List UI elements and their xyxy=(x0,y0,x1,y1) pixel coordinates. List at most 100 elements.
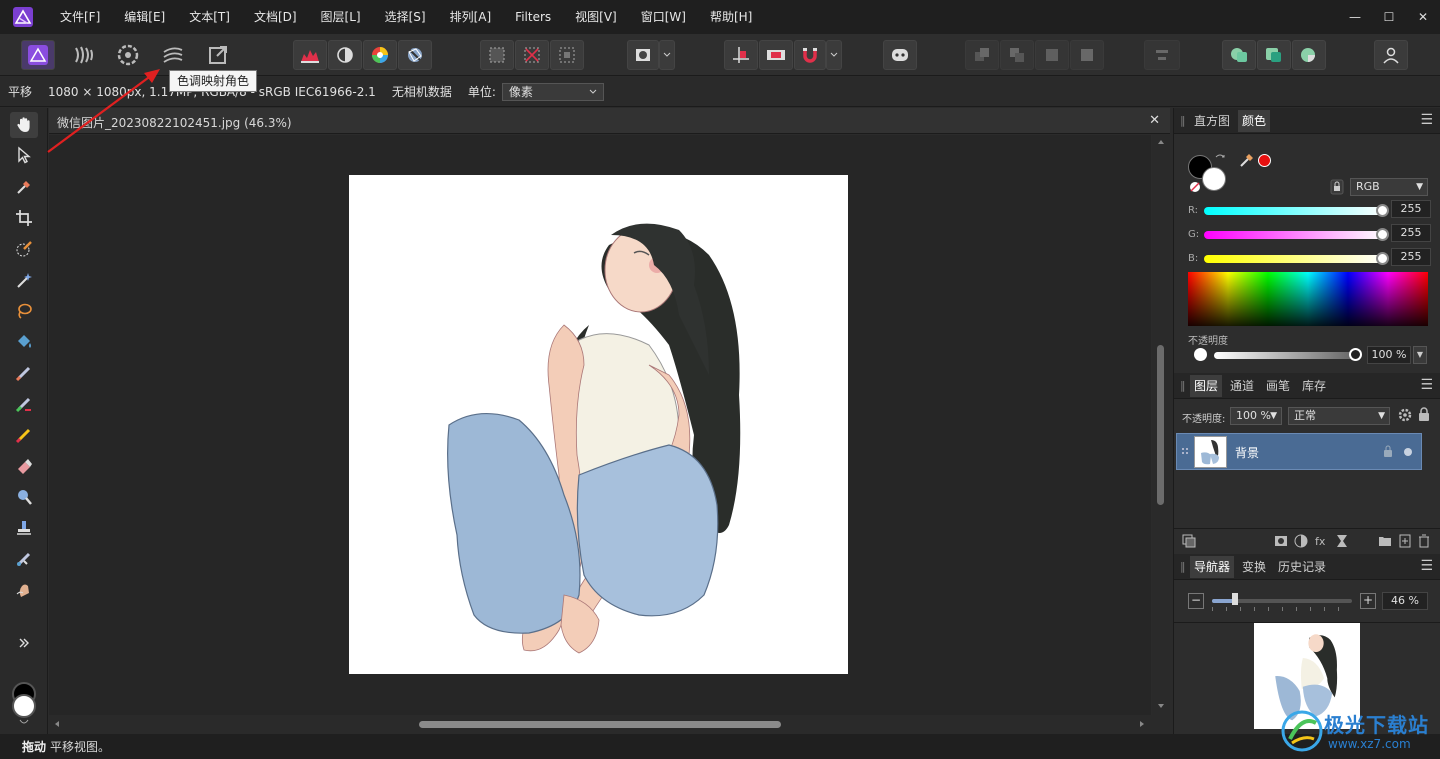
unit-select[interactable]: 像素 xyxy=(501,82,604,101)
color-picker-tool[interactable] xyxy=(10,174,38,200)
tab-brushes[interactable]: 画笔 xyxy=(1262,375,1294,397)
opacity-knob[interactable] xyxy=(1349,348,1362,361)
menu-filters[interactable]: Filters xyxy=(503,0,563,34)
zoom-slider-knob[interactable] xyxy=(1232,593,1238,605)
affinity-photo-logo[interactable] xyxy=(12,6,34,28)
healing-brush-tool[interactable] xyxy=(10,546,38,572)
auto-contrast-button[interactable] xyxy=(328,40,362,70)
menu-help[interactable]: 帮助[H] xyxy=(698,0,764,34)
intersect-boolean-button[interactable] xyxy=(1292,40,1326,70)
move-to-back-button[interactable] xyxy=(965,40,999,70)
levels-button[interactable] xyxy=(293,40,327,70)
flood-select-tool[interactable] xyxy=(10,267,38,293)
add-group-icon[interactable] xyxy=(1378,534,1392,548)
grip-icon[interactable]: ‖ xyxy=(1180,560,1188,573)
clone-tool[interactable] xyxy=(10,515,38,541)
scroll-left-icon[interactable] xyxy=(54,720,60,728)
move-back-one-button[interactable] xyxy=(1000,40,1034,70)
freehand-selection-tool[interactable] xyxy=(10,298,38,324)
scroll-up-icon[interactable] xyxy=(1157,139,1165,145)
layer-options-icon[interactable] xyxy=(1182,534,1196,548)
tab-history[interactable]: 历史记录 xyxy=(1274,556,1330,578)
panel-menu-icon[interactable]: ☰ xyxy=(1420,112,1433,128)
close-window-button[interactable]: ✕ xyxy=(1406,0,1440,34)
swap-colors-icon[interactable] xyxy=(18,718,30,726)
add-boolean-button[interactable] xyxy=(1222,40,1256,70)
grip-icon[interactable]: ‖ xyxy=(1180,379,1188,392)
mask-icon[interactable] xyxy=(1274,534,1288,548)
vertical-scrollbar[interactable] xyxy=(1152,135,1170,715)
grip-icon[interactable]: ‖ xyxy=(1180,114,1188,127)
flood-fill-tool[interactable] xyxy=(10,329,38,355)
add-layer-icon[interactable] xyxy=(1398,534,1412,548)
smudge-tool[interactable] xyxy=(10,577,38,603)
layer-row[interactable]: 背景 xyxy=(1176,433,1422,470)
menu-window[interactable]: 窗口[W] xyxy=(629,0,698,34)
secondary-color-swatch[interactable] xyxy=(12,694,36,718)
layer-lock-icon[interactable] xyxy=(1383,445,1393,458)
horizontal-scrollbar[interactable] xyxy=(49,715,1170,734)
erase-brush-tool[interactable] xyxy=(10,453,38,479)
layer-opacity-select[interactable]: 100 % ▼ xyxy=(1230,407,1282,425)
horizontal-scroll-thumb[interactable] xyxy=(419,721,781,728)
green-knob[interactable] xyxy=(1376,228,1389,241)
document-tab[interactable]: 微信图片_20230822102451.jpg (46.3%) ✕ xyxy=(49,108,1170,134)
blue-knob[interactable] xyxy=(1376,252,1389,265)
deselect-button[interactable] xyxy=(515,40,549,70)
menu-document[interactable]: 文档[D] xyxy=(242,0,309,34)
color-spectrum[interactable] xyxy=(1188,272,1428,326)
live-filter-icon[interactable] xyxy=(1336,534,1348,548)
tab-transform[interactable]: 变换 xyxy=(1238,556,1270,578)
red-value[interactable]: 255 xyxy=(1391,200,1431,218)
menu-view[interactable]: 视图[V] xyxy=(563,0,629,34)
stroke-swatch[interactable] xyxy=(1202,167,1226,191)
menu-edit[interactable]: 编辑[E] xyxy=(112,0,177,34)
gear-icon[interactable] xyxy=(1398,408,1412,422)
opacity-dropdown[interactable]: ▼ xyxy=(1413,346,1427,364)
align-button[interactable] xyxy=(1144,40,1180,70)
close-document-button[interactable]: ✕ xyxy=(1149,113,1160,128)
picked-color-swatch[interactable] xyxy=(1258,154,1271,167)
dodge-tool[interactable] xyxy=(10,484,38,510)
adjustment-icon[interactable] xyxy=(1294,534,1308,548)
trash-icon[interactable] xyxy=(1418,534,1430,548)
snapping-dropdown[interactable] xyxy=(826,40,842,70)
paint-brush-tool[interactable] xyxy=(10,360,38,386)
lock-icon[interactable] xyxy=(1330,179,1344,195)
red-track[interactable] xyxy=(1204,207,1384,215)
move-tool[interactable] xyxy=(10,142,38,168)
green-track[interactable] xyxy=(1204,231,1384,239)
no-color-icon[interactable] xyxy=(1189,181,1201,193)
lock-icon[interactable] xyxy=(1418,407,1430,422)
zoom-out-button[interactable]: − xyxy=(1188,593,1204,609)
blue-value[interactable]: 255 xyxy=(1391,248,1431,266)
auto-white-balance-button[interactable] xyxy=(398,40,432,70)
account-button[interactable] xyxy=(1374,40,1408,70)
tab-navigator[interactable]: 导航器 xyxy=(1190,555,1235,578)
assistant-button[interactable] xyxy=(883,40,917,70)
crop-tool[interactable] xyxy=(10,205,38,231)
blend-mode-select[interactable]: 正常 ▼ xyxy=(1288,407,1390,425)
selection-brush-tool[interactable] xyxy=(10,236,38,262)
color-mode-select[interactable]: RGB ▼ xyxy=(1350,178,1428,196)
quick-mask-dropdown[interactable] xyxy=(659,40,675,70)
visibility-dot-icon[interactable] xyxy=(1403,447,1413,457)
menu-arrange[interactable]: 排列[A] xyxy=(438,0,504,34)
tab-layers[interactable]: 图层 xyxy=(1190,374,1223,397)
panel-menu-icon[interactable]: ☰ xyxy=(1420,558,1433,574)
menu-layer[interactable]: 图层[L] xyxy=(309,0,373,34)
tab-histogram[interactable]: 直方图 xyxy=(1190,110,1234,132)
hand-tool[interactable] xyxy=(10,112,38,138)
opacity-track[interactable] xyxy=(1214,352,1354,359)
quick-mask-button[interactable] xyxy=(627,40,659,70)
vertical-scroll-thumb[interactable] xyxy=(1157,345,1164,505)
menu-text[interactable]: 文本[T] xyxy=(177,0,242,34)
document-image[interactable] xyxy=(349,175,848,674)
move-to-front-button[interactable] xyxy=(1070,40,1104,70)
magnet-snap-button[interactable] xyxy=(794,40,826,70)
snap-toggle-button[interactable] xyxy=(759,40,793,70)
drag-handle-icon[interactable] xyxy=(1181,447,1189,457)
snapping-button[interactable] xyxy=(724,40,758,70)
maximize-button[interactable]: ☐ xyxy=(1372,0,1406,34)
menu-file[interactable]: 文件[F] xyxy=(48,0,112,34)
